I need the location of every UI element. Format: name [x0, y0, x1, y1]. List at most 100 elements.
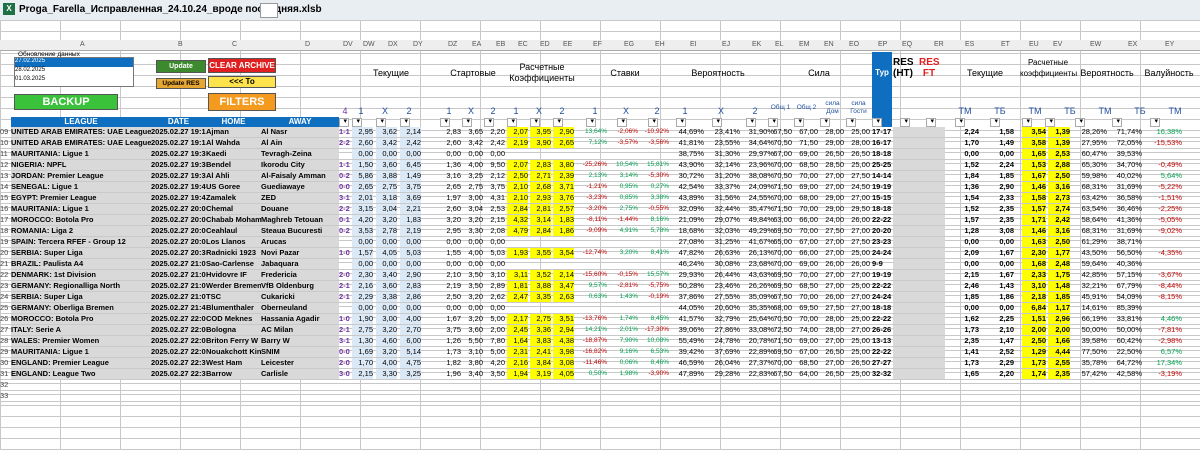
- away-cell[interactable]: Steaua Bucuresti: [261, 226, 339, 236]
- tour-cell[interactable]: 16-17: [872, 138, 893, 148]
- res-ht-cell[interactable]: [893, 127, 919, 137]
- calc-tb-cell[interactable]: 2,35: [1048, 369, 1070, 379]
- column-letter[interactable]: EA: [472, 41, 481, 48]
- prob-tb-cell[interactable]: 57,15%: [1108, 270, 1142, 280]
- calc-odds-cell[interactable]: 3,98: [553, 347, 574, 357]
- start-odds-cell[interactable]: 3,04: [462, 204, 483, 214]
- away-cell[interactable]: SNIM: [261, 347, 339, 357]
- row-number[interactable]: 32: [0, 380, 11, 390]
- calc-tm-cell[interactable]: 2,18: [1022, 292, 1046, 302]
- tour-cell[interactable]: 13-13: [872, 336, 893, 346]
- filter-dropdown-button[interactable]: [1075, 117, 1085, 127]
- current-odds-cell[interactable]: 3,38: [376, 292, 397, 302]
- current-odds-cell[interactable]: 2,14: [400, 127, 421, 137]
- column-letter[interactable]: D: [305, 41, 310, 48]
- strength-cell[interactable]: 28,00: [820, 314, 844, 324]
- res-ht-cell[interactable]: [893, 303, 919, 313]
- current-tb-cell[interactable]: 0,00: [990, 259, 1014, 269]
- calc-odds-cell[interactable]: [507, 303, 528, 313]
- start-odds-cell[interactable]: 5,00: [484, 347, 505, 357]
- home-cell[interactable]: West Ham: [206, 358, 261, 368]
- strength-cell[interactable]: 70,00: [794, 226, 818, 236]
- start-odds-cell[interactable]: 3,42: [462, 138, 483, 148]
- calc-odds-cell[interactable]: [530, 303, 551, 313]
- bet-cell[interactable]: -11,46%: [578, 358, 607, 368]
- bet-cell[interactable]: -2,06%: [609, 127, 638, 137]
- calc-odds-cell[interactable]: 2,93: [530, 193, 551, 203]
- date-cell[interactable]: 2025.02.27 19:30: [151, 160, 206, 170]
- date-cell[interactable]: 2025.02.27 21:00: [151, 292, 206, 302]
- date-cell[interactable]: 2025.02.27 19:45: [151, 182, 206, 192]
- strength-cell[interactable]: 27,00: [846, 226, 870, 236]
- calc-odds-cell[interactable]: 1,93: [507, 248, 528, 258]
- value-cell[interactable]: -0,49%: [1148, 160, 1182, 170]
- bet-cell[interactable]: [578, 259, 607, 269]
- value-cell[interactable]: [1148, 259, 1182, 269]
- calc-odds-cell[interactable]: 1,94: [507, 369, 528, 379]
- filter-dropdown-button[interactable]: [507, 117, 517, 127]
- bet-cell[interactable]: -15,60%: [578, 270, 607, 280]
- calc-odds-cell[interactable]: 2,41: [530, 347, 551, 357]
- current-odds-cell[interactable]: 2,01: [352, 193, 373, 203]
- prob-tm-cell[interactable]: 68,31%: [1073, 182, 1107, 192]
- current-tb-cell[interactable]: 1,47: [990, 336, 1014, 346]
- column-letter[interactable]: EW: [1090, 41, 1101, 48]
- strength-cell[interactable]: 27,00: [820, 358, 844, 368]
- row-number[interactable]: 20: [0, 248, 11, 258]
- bet-cell[interactable]: [578, 303, 607, 313]
- res-ft-cell[interactable]: [919, 259, 945, 269]
- table-row[interactable]: 13 JORDAN: Premier League 2025.02.27 19:30…: [0, 171, 1200, 182]
- filter-dropdown-button[interactable]: [676, 117, 686, 127]
- table-row[interactable]: 22 DENMARK: 1st Division 2025.02.27 21:00 H…: [0, 270, 1200, 281]
- prob-tm-cell[interactable]: 43,50%: [1073, 248, 1107, 258]
- current-odds-cell[interactable]: 4,60: [376, 336, 397, 346]
- calc-odds-cell[interactable]: 2,17: [507, 314, 528, 324]
- score-cell[interactable]: 3-1: [339, 336, 351, 346]
- score-cell[interactable]: 1-0: [339, 248, 351, 258]
- row-number[interactable]: 16: [0, 204, 11, 214]
- home-cell[interactable]: Chemal: [206, 204, 261, 214]
- start-odds-cell[interactable]: 5,50: [462, 336, 483, 346]
- league-cell[interactable]: SERBIA: Super Liga: [11, 292, 151, 302]
- res-ft-cell[interactable]: [919, 292, 945, 302]
- filter-dropdown-button[interactable]: [900, 117, 910, 127]
- prob-tb-cell[interactable]: 39,53%: [1108, 149, 1142, 159]
- value-cell[interactable]: -3,19%: [1148, 369, 1182, 379]
- current-odds-cell[interactable]: 4,05: [376, 248, 397, 258]
- current-odds-cell[interactable]: 3,20: [376, 325, 397, 335]
- row-number[interactable]: 22: [0, 270, 11, 280]
- current-tb-cell[interactable]: 0,00: [990, 149, 1014, 159]
- prob-tm-cell[interactable]: 68,31%: [1073, 226, 1107, 236]
- calc-odds-cell[interactable]: 3,52: [530, 270, 551, 280]
- score-cell[interactable]: 0-2: [339, 171, 351, 181]
- current-odds-cell[interactable]: 3,60: [376, 160, 397, 170]
- score-cell[interactable]: 0-0: [339, 182, 351, 192]
- calc-odds-cell[interactable]: 2,75: [530, 314, 551, 324]
- probability-cell[interactable]: 32,03%: [708, 226, 740, 236]
- current-odds-cell[interactable]: 2,78: [376, 226, 397, 236]
- away-cell[interactable]: Douane: [261, 204, 339, 214]
- current-odds-cell[interactable]: 1,83: [400, 215, 421, 225]
- bet-cell[interactable]: 15,57%: [640, 270, 669, 280]
- strength-cell[interactable]: 27,00: [820, 237, 844, 247]
- prob-tb-cell[interactable]: 41,36%: [1108, 215, 1142, 225]
- bet-cell[interactable]: 8,16%: [640, 215, 669, 225]
- league-cell[interactable]: GERMANY: Oberliga Bremen: [11, 303, 151, 313]
- probability-cell[interactable]: 29,28%: [708, 369, 740, 379]
- start-odds-cell[interactable]: 2,15: [484, 215, 505, 225]
- strength-cell[interactable]: 69,00: [794, 149, 818, 159]
- current-odds-cell[interactable]: 3,42: [376, 138, 397, 148]
- prob-tb-cell[interactable]: 40,36%: [1108, 259, 1142, 269]
- current-odds-cell[interactable]: 1,49: [400, 171, 421, 181]
- bet-cell[interactable]: -17,30%: [640, 325, 669, 335]
- start-odds-cell[interactable]: 2,95: [440, 226, 461, 236]
- score-cell[interactable]: 2-2: [339, 204, 351, 214]
- bet-cell[interactable]: 8,41%: [640, 248, 669, 258]
- calc-tb-cell[interactable]: 1,17: [1048, 303, 1070, 313]
- current-odds-cell[interactable]: 3,88: [376, 171, 397, 181]
- home-cell[interactable]: TSC: [206, 292, 261, 302]
- calc-tm-cell[interactable]: 1,63: [1022, 237, 1046, 247]
- current-odds-cell[interactable]: 3,04: [376, 204, 397, 214]
- home-cell[interactable]: Briton Ferry W: [206, 336, 261, 346]
- calc-tm-cell[interactable]: 3,10: [1022, 281, 1046, 291]
